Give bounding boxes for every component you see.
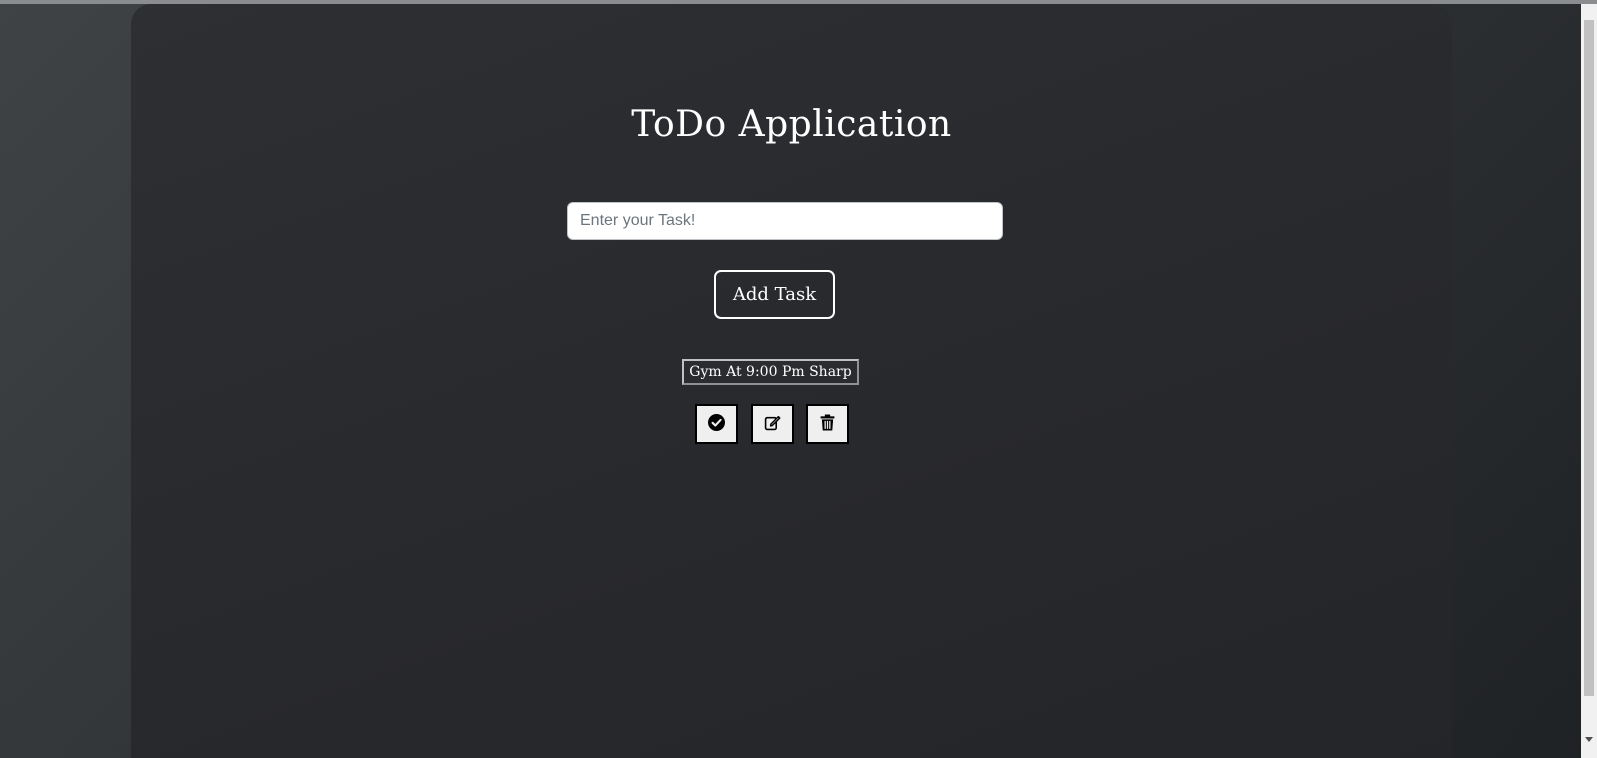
trash-icon — [820, 414, 835, 434]
add-task-button[interactable]: Add Task — [714, 270, 835, 319]
page-scrollbar[interactable] — [1581, 4, 1597, 758]
check-circle-icon — [708, 414, 725, 434]
scroll-down-arrow-icon[interactable] — [1585, 737, 1593, 742]
delete-task-button[interactable] — [806, 404, 849, 444]
task-input[interactable] — [567, 202, 1003, 240]
page-title: ToDo Application — [631, 104, 952, 145]
task-item-text: Gym At 9:00 Pm Sharp — [682, 359, 859, 385]
scrollbar-thumb[interactable] — [1584, 20, 1594, 696]
todo-card: ToDo Application Add Task Gym At 9:00 Pm… — [131, 4, 1452, 758]
edit-task-button[interactable] — [751, 404, 794, 444]
complete-task-button[interactable] — [695, 404, 738, 444]
edit-icon — [764, 414, 781, 434]
